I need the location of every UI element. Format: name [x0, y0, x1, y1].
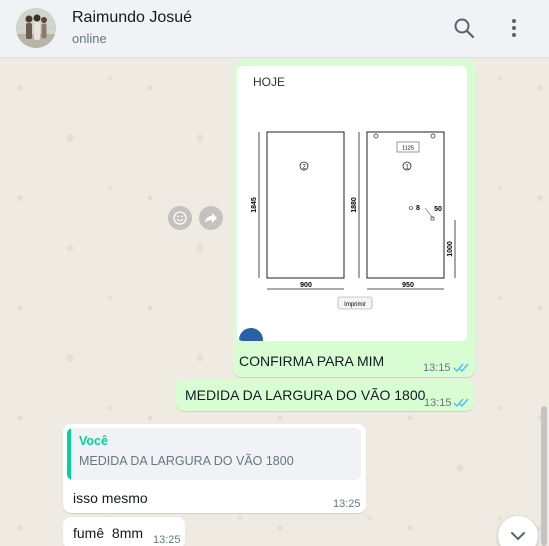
avatar-photo [16, 8, 56, 48]
read-receipt-icon [453, 398, 469, 408]
image-caption-time: 13:15 [423, 362, 451, 374]
panel-right-height: 1880 [351, 197, 358, 213]
handle-height: 1000 [447, 241, 454, 257]
chat-header: Raimundo Josué online [0, 0, 549, 58]
outgoing-message-text: MEDIDA DA LARGURA DO VÃO 1800 [185, 387, 426, 403]
hoje-label: HOJE [253, 73, 286, 91]
search-icon[interactable] [450, 14, 478, 42]
incoming-message-text: fumê 8mm [73, 525, 144, 541]
incoming-reply-message[interactable]: Você MEDIDA DA LARGURA DO VÃO 1800 isso … [63, 424, 366, 513]
read-receipt-icon [453, 363, 469, 373]
contact-name[interactable]: Raimundo Josué [72, 9, 192, 27]
panel-left-height: 1845 [251, 197, 258, 213]
chevron-down-icon [511, 532, 525, 541]
panel-right-top-label: 1125 [402, 146, 414, 152]
forward-icon [205, 213, 217, 223]
forward-button[interactable] [199, 206, 223, 230]
panel-left-width: 900 [300, 282, 312, 289]
drawing-image[interactable]: HOJE 2 1845 900 1125 1 1880 8 50 1000 95… [237, 66, 467, 341]
quoted-message[interactable]: Você MEDIDA DA LARGURA DO VÃO 1800 [67, 428, 361, 480]
scroll-to-bottom-button[interactable] [498, 516, 538, 546]
emoji-react-button[interactable] [168, 206, 192, 230]
incoming-reply-time: 13:25 [333, 498, 361, 510]
contact-status: online [72, 31, 107, 46]
outgoing-message[interactable]: MEDIDA DA LARGURA DO VÃO 1800 13:15 [176, 379, 474, 411]
image-caption: CONFIRMA PARA MIM [239, 353, 385, 369]
quote-author: Você [79, 434, 108, 448]
chat-area[interactable]: HOJE 2 1845 900 1125 1 1880 8 50 1000 95… [0, 58, 549, 546]
hole-label: 8 [416, 205, 420, 212]
incoming-message[interactable]: fumê 8mm 13:25 [63, 517, 185, 546]
incoming-message-time: 13:25 [153, 534, 181, 546]
outgoing-message-time: 13:15 [424, 397, 452, 409]
quote-accent-bar [67, 428, 71, 480]
print-button-label: Imprimir [344, 302, 366, 308]
quote-text: MEDIDA DA LARGURA DO VÃO 1800 [79, 454, 294, 468]
incoming-reply-text: isso mesmo [73, 490, 148, 506]
scrollbar[interactable] [541, 406, 547, 546]
glass-door-drawing: 2 1845 900 1125 1 1880 8 50 1000 950 Imp… [251, 131, 456, 310]
emoji-icon [173, 211, 187, 225]
contact-avatar[interactable] [16, 8, 56, 48]
offset-label: 50 [434, 206, 442, 213]
kebab-menu-icon[interactable] [500, 14, 528, 42]
panel-right-width: 950 [402, 282, 414, 289]
image-message-bubble[interactable]: HOJE 2 1845 900 1125 1 1880 8 50 1000 95… [233, 60, 475, 377]
